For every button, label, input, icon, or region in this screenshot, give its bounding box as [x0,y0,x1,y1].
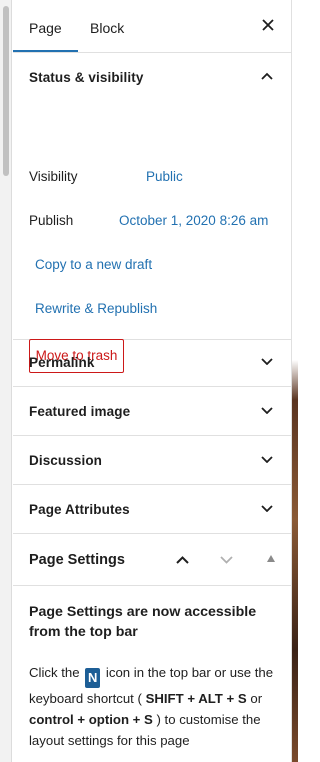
status-visibility-header[interactable]: Status & visibility [13,53,291,101]
discussion-panel[interactable]: Discussion [13,436,291,485]
tab-page[interactable]: Page [13,0,78,52]
rewrite-republish-link[interactable]: Rewrite & Republish [35,301,157,316]
background-strip [292,0,298,762]
status-visibility-title: Status & visibility [29,70,144,85]
notice-text: Click the N icon in the top bar or use t… [29,662,279,751]
page-attributes-title: Page Attributes [29,502,130,517]
shortcut-mac: control + option + S [29,712,153,727]
scrollbar[interactable] [0,0,12,762]
settings-sidebar: Page Block Status & visibility Visibilit… [13,0,292,762]
sidebar-tabs: Page Block [13,0,291,53]
close-icon[interactable] [259,16,277,34]
chevron-down-icon[interactable] [261,406,273,414]
discussion-title: Discussion [29,453,103,468]
chevron-up-icon[interactable] [261,72,273,80]
notice-title: Page Settings are now accessible from th… [29,604,257,640]
n-logo-icon: N [85,668,101,688]
publish-label: Publish [29,213,74,228]
notice-text-part: or [250,691,263,706]
chevron-up-icon[interactable] [176,556,189,564]
page-attributes-panel[interactable]: Page Attributes [13,485,291,534]
status-visibility-panel: Status & visibility Visibility Public Pu… [13,53,291,373]
copy-to-draft-link[interactable]: Copy to a new draft [35,257,152,272]
chevron-down-icon[interactable] [261,357,273,365]
scrollbar-thumb[interactable] [3,6,9,176]
page-settings-header[interactable]: Page Settings [13,534,291,586]
page-settings-title: Page Settings [29,552,125,568]
notice-text-part: Click the [29,665,80,680]
triangle-up-icon[interactable] [267,555,275,562]
visibility-label: Visibility [29,169,78,184]
publish-date-value[interactable]: October 1, 2020 8:26 am [119,213,268,228]
visibility-value[interactable]: Public [146,169,183,184]
chevron-down-icon[interactable] [261,504,273,512]
chevron-down-icon[interactable] [220,556,233,564]
shortcut-windows: SHIFT + ALT + S [145,691,247,706]
permalink-title: Permalink [29,355,95,370]
permalink-panel[interactable]: Permalink [13,338,291,387]
chevron-down-icon[interactable] [261,455,273,463]
tab-block[interactable]: Block [90,0,124,51]
featured-image-panel[interactable]: Featured image [13,387,291,436]
featured-image-title: Featured image [29,404,131,419]
